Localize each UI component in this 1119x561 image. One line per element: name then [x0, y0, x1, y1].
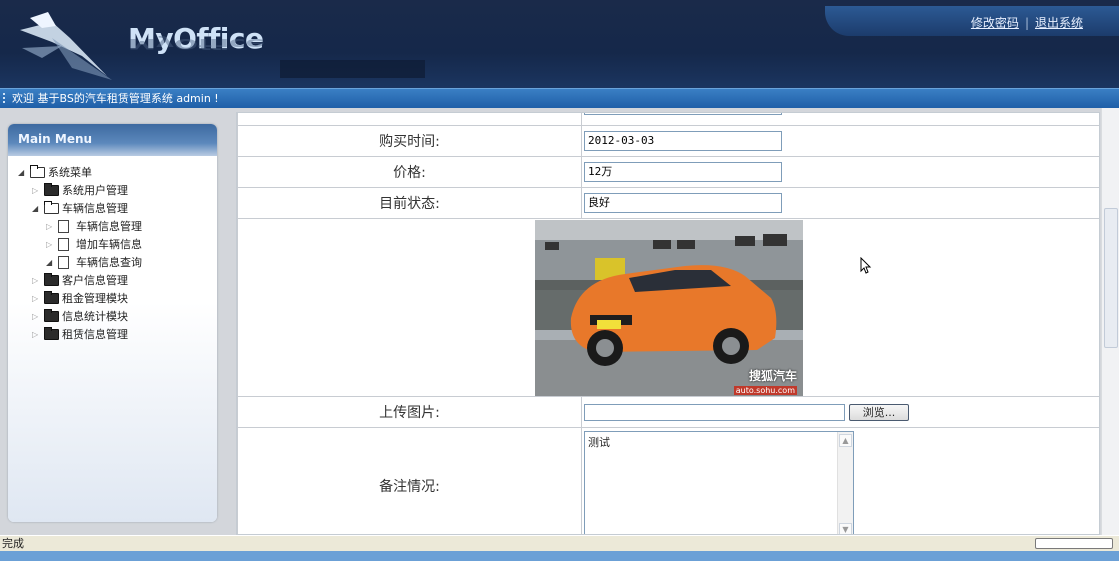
- header-links: 修改密码 | 退出系统: [971, 14, 1083, 31]
- folder-icon: [44, 183, 59, 196]
- status-text: 完成: [2, 537, 24, 550]
- header-band: [280, 60, 425, 78]
- form-row-purchase-time: 购买时间: 2012-03-03: [237, 125, 1099, 157]
- welcome-text: 欢迎 基于BS的汽车租赁管理系统 admin !: [12, 92, 219, 105]
- expand-arrow-icon[interactable]: ◢: [32, 205, 40, 213]
- sidebar-tree-item[interactable]: ▷ 租金管理模块: [8, 290, 217, 308]
- folder-open-icon: [44, 201, 59, 214]
- sidebar-tree-item[interactable]: ▷ 信息统计模块: [8, 308, 217, 326]
- folder-icon: [44, 327, 59, 340]
- expand-arrow-icon[interactable]: ◢: [18, 169, 26, 177]
- logout-link[interactable]: 退出系统: [1035, 16, 1083, 30]
- file-icon: [58, 238, 69, 251]
- menu-tree: ◢ 系统菜单 ▷ 系统用户管理 ◢ 车辆信息管理 ▷ 车辆信息管理 ▷ 增加车辆信息 ◢ 车辆信息查询…: [8, 156, 217, 522]
- expand-arrow-icon[interactable]: ◢: [46, 259, 54, 267]
- car-photo: 搜狐汽车 auto.sohu.com: [535, 219, 803, 396]
- photo-watermark-url: auto.sohu.com: [733, 385, 797, 395]
- progress-bar: [1035, 538, 1113, 549]
- logo-bird-icon: [20, 12, 112, 80]
- scroll-down-icon[interactable]: ▼: [839, 523, 852, 534]
- file-icon: [58, 220, 69, 233]
- sidebar-tree-item[interactable]: ▷ 租赁信息管理: [8, 326, 217, 344]
- sidebar-tree-label: 车辆信息查询: [76, 256, 142, 269]
- remarks-label: 备注情况:: [237, 427, 582, 534]
- collapse-arrow-icon[interactable]: ▷: [32, 187, 40, 195]
- sidebar-tree-label: 车辆信息管理: [62, 202, 128, 215]
- form-row-price: 价格: 12万: [237, 156, 1099, 188]
- upload-label: 上传图片:: [237, 396, 582, 428]
- sidebar-title: Main Menu: [8, 124, 217, 156]
- form-row-photo: 搜狐汽车 auto.sohu.com: [237, 218, 1099, 397]
- car-form: 购买时间: 2012-03-03 价格: 12万 目前状态: 良好 搜狐汽车 a…: [237, 113, 1099, 534]
- sidebar-tree-item[interactable]: ◢ 车辆信息查询: [8, 254, 217, 272]
- sidebar-tree-item[interactable]: ▷ 客户信息管理: [8, 272, 217, 290]
- change-password-link[interactable]: 修改密码: [971, 16, 1019, 30]
- sidebar-tree-label: 系统菜单: [48, 166, 92, 179]
- photo-watermark: 搜狐汽车: [748, 368, 797, 383]
- main-content: 购买时间: 2012-03-03 价格: 12万 目前状态: 良好 搜狐汽车 a…: [236, 112, 1100, 535]
- collapse-arrow-icon[interactable]: ▷: [46, 241, 54, 249]
- form-row-upload: 上传图片: 浏览...: [237, 396, 1099, 428]
- sidebar-tree-label: 客户信息管理: [62, 274, 128, 287]
- status-bar: 完成: [0, 535, 1119, 551]
- form-row-status: 目前状态: 良好: [237, 187, 1099, 219]
- link-separator: |: [1024, 16, 1029, 30]
- collapse-arrow-icon[interactable]: ▷: [32, 331, 40, 339]
- remarks-text: 测试: [588, 436, 610, 449]
- purchase-time-label: 购买时间:: [237, 125, 582, 157]
- folder-icon: [44, 309, 59, 322]
- purchase-time-input[interactable]: 2012-03-03: [584, 131, 782, 151]
- sidebar: Main Menu ◢ 系统菜单 ▷ 系统用户管理 ◢ 车辆信息管理 ▷ 车辆信息管理 ▷ 增加车…: [8, 124, 217, 522]
- form-row-partial: [237, 113, 1099, 126]
- taskbar-strip: [0, 551, 1119, 561]
- sidebar-tree-label: 系统用户管理: [62, 184, 128, 197]
- folder-icon: [44, 273, 59, 286]
- status-label: 目前状态:: [237, 187, 582, 219]
- form-row-remarks: 备注情况: 测试 ▲ ▼: [237, 427, 1099, 534]
- logo-reflection: MyOffice: [128, 35, 265, 53]
- sidebar-tree-item[interactable]: ◢ 系统菜单: [8, 164, 217, 182]
- scroll-up-icon[interactable]: ▲: [839, 434, 852, 447]
- sidebar-tree-label: 车辆信息管理: [76, 220, 142, 233]
- welcome-grip: [3, 93, 5, 105]
- collapse-arrow-icon[interactable]: ▷: [32, 277, 40, 285]
- sidebar-tree-label: 信息统计模块: [62, 310, 128, 323]
- partial-input[interactable]: [584, 113, 782, 115]
- welcome-bar: 欢迎 基于BS的汽车租赁管理系统 admin !: [0, 88, 1119, 108]
- sidebar-tree-item[interactable]: ◢ 车辆信息管理: [8, 200, 217, 218]
- mouse-cursor-icon: [860, 257, 872, 274]
- file-icon: [58, 256, 69, 269]
- folder-icon: [44, 291, 59, 304]
- sidebar-tree-label: 租金管理模块: [62, 292, 128, 305]
- collapse-arrow-icon[interactable]: ▷: [32, 295, 40, 303]
- upload-file-input[interactable]: [584, 403, 845, 421]
- folder-open-icon: [30, 165, 45, 178]
- status-input[interactable]: 良好: [584, 193, 782, 213]
- app-header: MyOffice MyOffice 修改密码 | 退出系统: [0, 0, 1119, 88]
- collapse-arrow-icon[interactable]: ▷: [32, 313, 40, 321]
- sidebar-tree-label: 增加车辆信息: [76, 238, 142, 251]
- collapse-arrow-icon[interactable]: ▷: [46, 223, 54, 231]
- sidebar-tree-item[interactable]: ▷ 系统用户管理: [8, 182, 217, 200]
- remarks-textarea[interactable]: 测试 ▲ ▼: [584, 431, 854, 534]
- sidebar-tree-label: 租赁信息管理: [62, 328, 128, 341]
- scrollbar-thumb[interactable]: [1104, 208, 1118, 348]
- sidebar-tree-item[interactable]: ▷ 增加车辆信息: [8, 236, 217, 254]
- page-scrollbar[interactable]: [1101, 108, 1119, 535]
- textarea-scrollbar[interactable]: ▲ ▼: [837, 432, 853, 534]
- price-label: 价格:: [237, 156, 582, 188]
- sidebar-tree-item[interactable]: ▷ 车辆信息管理: [8, 218, 217, 236]
- price-input[interactable]: 12万: [584, 162, 782, 182]
- browse-button[interactable]: 浏览...: [849, 403, 909, 421]
